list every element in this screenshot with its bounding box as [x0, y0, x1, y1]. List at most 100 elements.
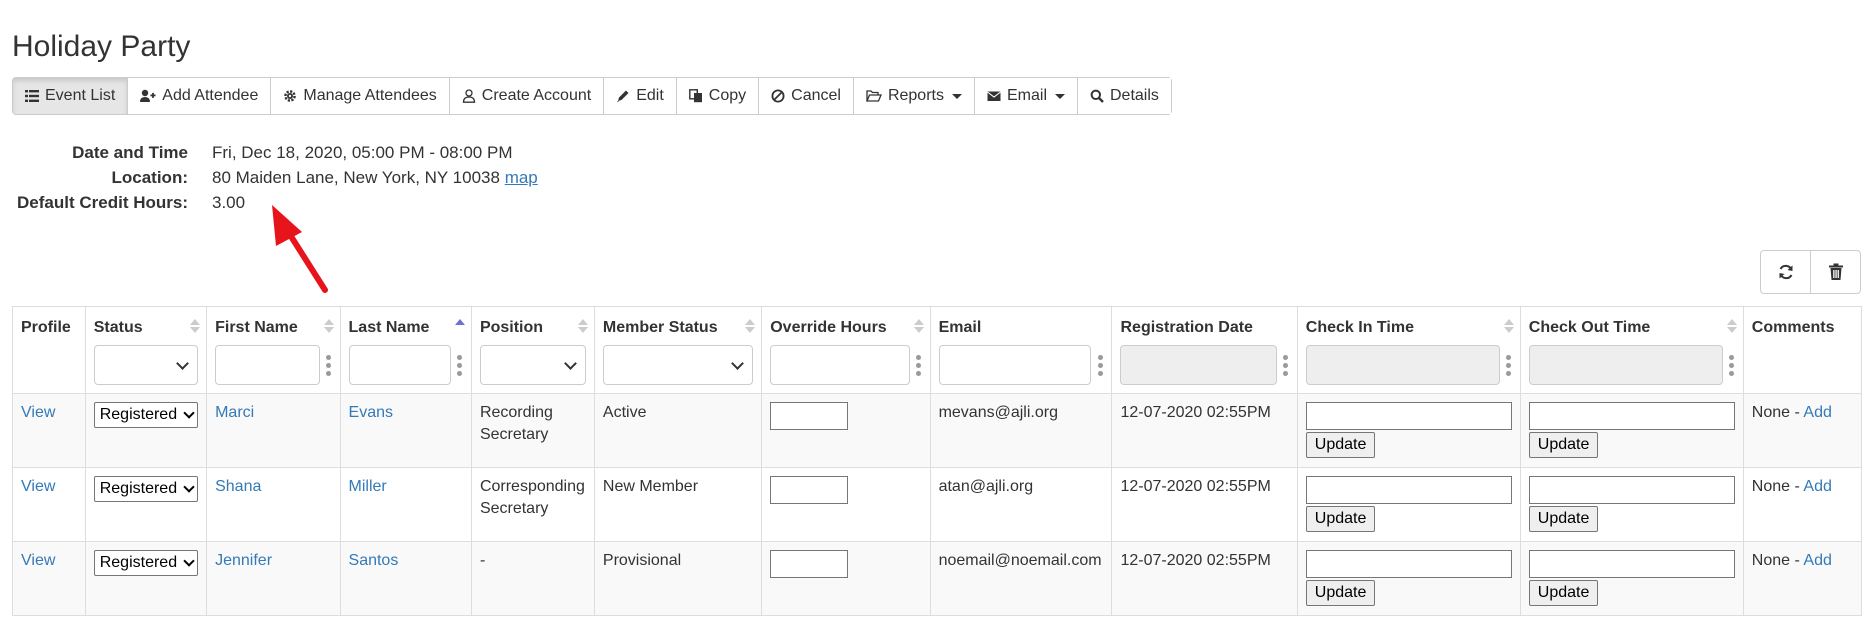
col-last-name[interactable]: Last Name — [339, 306, 472, 394]
kebab-menu-icon[interactable] — [1729, 354, 1735, 376]
override-hours-input[interactable] — [770, 402, 849, 430]
check-in-update-button[interactable]: Update — [1305, 432, 1376, 458]
check-out-update-button[interactable]: Update — [1528, 506, 1599, 532]
override-hours-cell — [761, 467, 931, 542]
last-name-link[interactable]: Santos — [349, 552, 399, 569]
check-out-update-button[interactable]: Update — [1528, 580, 1599, 606]
kebab-menu-icon[interactable] — [1283, 354, 1289, 376]
check-in-filter-input — [1305, 345, 1500, 385]
sort-icon[interactable] — [323, 319, 334, 333]
check-out-update-button[interactable]: Update — [1528, 432, 1599, 458]
position-filter-select[interactable] — [479, 345, 586, 385]
status-select[interactable]: Registered — [93, 550, 199, 576]
copy-button[interactable]: Copy — [676, 78, 760, 114]
email-filter-input[interactable] — [938, 345, 1092, 385]
delete-button[interactable] — [1811, 251, 1860, 293]
sort-icon[interactable] — [190, 319, 201, 333]
refresh-button[interactable] — [1761, 251, 1811, 293]
sort-icon[interactable] — [745, 319, 756, 333]
sort-icon[interactable] — [1726, 319, 1737, 333]
check-out-input[interactable] — [1528, 476, 1735, 504]
list-icon — [25, 90, 39, 102]
email-dropdown-button[interactable]: Email — [974, 78, 1078, 114]
status-select[interactable]: Registered — [93, 476, 199, 502]
col-first-name[interactable]: First Name — [206, 306, 341, 394]
col-profile: Profile — [12, 306, 86, 394]
check-in-input[interactable] — [1305, 550, 1512, 578]
edit-button[interactable]: Edit — [604, 78, 677, 114]
override-hours-input[interactable] — [770, 550, 849, 578]
last-name-cell: Miller — [339, 467, 472, 542]
col-member-status[interactable]: Member Status — [593, 306, 763, 394]
comments-value: None - — [1751, 478, 1804, 495]
create-account-label: Create Account — [481, 87, 592, 104]
check-out-cell: Update — [1519, 393, 1744, 468]
check-in-update-button[interactable]: Update — [1305, 506, 1376, 532]
view-profile-link[interactable]: View — [21, 478, 55, 495]
search-icon — [1090, 89, 1104, 103]
col-email[interactable]: Email — [929, 306, 1113, 394]
status-filter-select[interactable] — [93, 345, 199, 385]
kebab-menu-icon[interactable] — [1097, 354, 1103, 376]
attendees-table: Profile Status First Name Last Name Posi… — [12, 306, 1863, 616]
first-name-filter-input[interactable] — [215, 345, 320, 385]
last-name-filter-input[interactable] — [348, 345, 451, 385]
sort-ascending-icon[interactable] — [454, 319, 465, 327]
kebab-menu-icon[interactable] — [457, 354, 463, 376]
check-out-input[interactable] — [1528, 550, 1735, 578]
col-override-hours[interactable]: Override Hours — [761, 306, 931, 394]
first-name-link[interactable]: Marci — [215, 404, 254, 421]
override-hours-filter-input[interactable] — [770, 345, 910, 385]
cancel-button[interactable]: Cancel — [759, 78, 854, 114]
date-time-value: Fri, Dec 18, 2020, 05:00 PM - 08:00 PM — [212, 143, 513, 162]
position-cell: Corresponding Secretary — [470, 467, 595, 542]
kebab-menu-icon[interactable] — [916, 354, 922, 376]
registration-date-filter-input — [1120, 345, 1277, 385]
col-registration-date[interactable]: Registration Date — [1111, 306, 1298, 394]
add-comment-link[interactable]: Add — [1803, 478, 1831, 495]
member-status-filter-select[interactable] — [602, 345, 754, 385]
add-attendee-button[interactable]: Add Attendee — [128, 78, 272, 114]
user-plus-icon — [140, 89, 156, 102]
check-in-update-button[interactable]: Update — [1305, 580, 1376, 606]
create-account-button[interactable]: Create Account — [449, 78, 605, 114]
reports-dropdown-button[interactable]: Reports — [853, 78, 975, 114]
registration-date-cell: 12-07-2020 02:55PM — [1111, 541, 1298, 616]
check-out-input[interactable] — [1528, 402, 1735, 430]
col-check-out[interactable]: Check Out Time — [1519, 306, 1744, 394]
last-name-link[interactable]: Evans — [349, 404, 393, 421]
status-cell: Registered — [84, 541, 208, 616]
manage-attendees-button[interactable]: Manage Attendees — [271, 78, 450, 114]
first-name-link[interactable]: Jennifer — [215, 552, 272, 569]
view-profile-link[interactable]: View — [21, 552, 55, 569]
check-in-input[interactable] — [1305, 402, 1512, 430]
kebab-menu-icon[interactable] — [1506, 354, 1512, 376]
chevron-down-icon — [183, 555, 195, 567]
event-list-button[interactable]: Event List — [13, 78, 129, 114]
refresh-icon — [1779, 264, 1792, 280]
sort-icon[interactable] — [913, 319, 924, 333]
table-row: View Registered Jennifer Santos - Provis… — [12, 541, 1863, 616]
email-cell: noemail@noemail.com — [929, 541, 1113, 616]
override-hours-input[interactable] — [770, 476, 849, 504]
sort-icon[interactable] — [577, 319, 588, 333]
details-button[interactable]: Details — [1078, 78, 1171, 114]
first-name-link[interactable]: Shana — [215, 478, 261, 495]
col-check-in[interactable]: Check In Time — [1296, 306, 1521, 394]
last-name-link[interactable]: Miller — [349, 478, 387, 495]
member-status-cell: New Member — [593, 467, 763, 542]
col-status[interactable]: Status — [84, 306, 208, 394]
col-position[interactable]: Position — [470, 306, 595, 394]
add-comment-link[interactable]: Add — [1803, 404, 1831, 421]
check-in-input[interactable] — [1305, 476, 1512, 504]
col-comments: Comments — [1742, 306, 1863, 394]
view-profile-link[interactable]: View — [21, 404, 55, 421]
map-link[interactable]: map — [505, 168, 538, 187]
add-comment-link[interactable]: Add — [1803, 552, 1831, 569]
status-select[interactable]: Registered — [93, 402, 199, 428]
member-status-cell: Provisional — [593, 541, 763, 616]
kebab-menu-icon[interactable] — [326, 354, 332, 376]
profile-cell: View — [12, 467, 86, 542]
override-hours-cell — [761, 541, 931, 616]
sort-icon[interactable] — [1503, 319, 1514, 333]
